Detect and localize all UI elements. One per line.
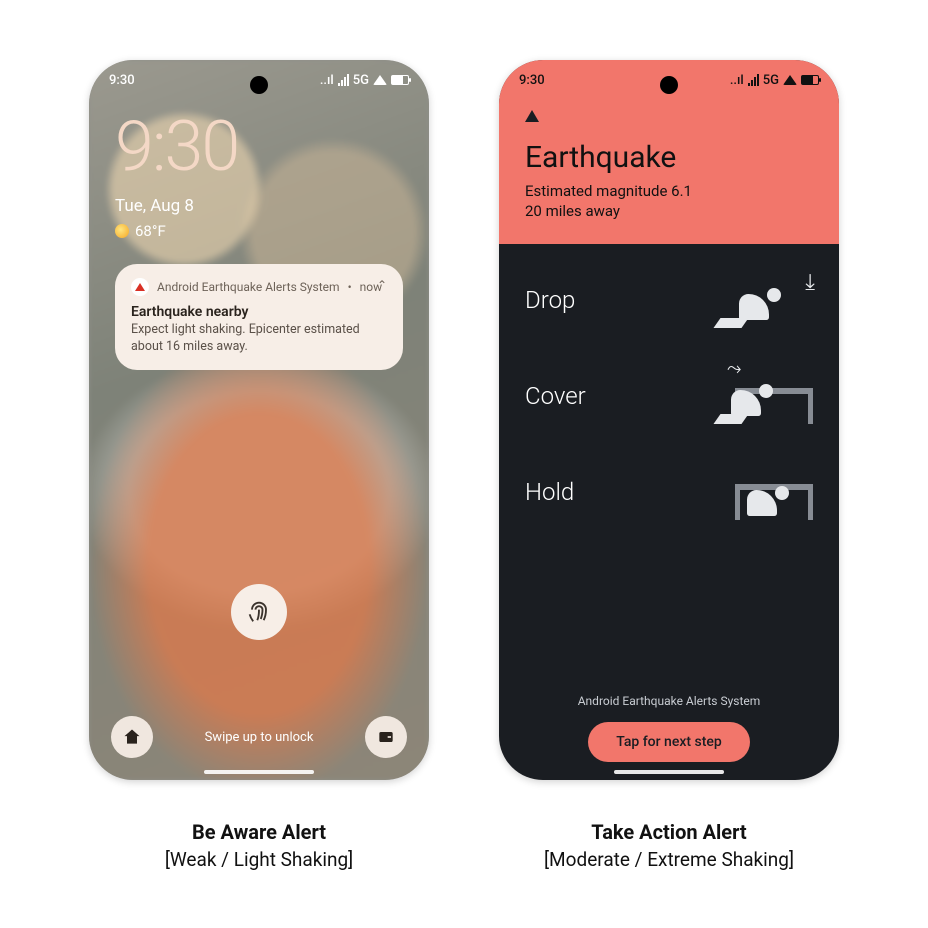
drop-pictogram-icon: ⤓ <box>717 272 813 328</box>
lockscreen-clock: 9:30 <box>115 112 403 182</box>
earthquake-notification[interactable]: Android Earthquake Alerts System • now ⌃… <box>115 264 403 370</box>
fingerprint-icon <box>245 598 273 626</box>
home-icon <box>122 727 142 747</box>
warning-triangle-icon <box>525 110 539 122</box>
unlock-hint: Swipe up to unlock <box>205 730 314 745</box>
step-label: Cover <box>525 382 586 410</box>
step-label: Hold <box>525 478 574 506</box>
caption-subtitle: [Moderate / Extreme Shaking] <box>499 848 839 871</box>
status-time: 9:30 <box>519 73 545 88</box>
system-label: Android Earthquake Alerts System <box>499 694 839 708</box>
network-label: 5G <box>763 73 779 88</box>
signal-icon <box>748 74 759 86</box>
battery-icon <box>801 75 819 85</box>
caption-title: Be Aware Alert <box>89 820 429 844</box>
warning-triangle-icon <box>135 283 145 291</box>
bullet: • <box>348 280 352 294</box>
alert-magnitude: Estimated magnitude 6.1 <box>525 181 813 201</box>
sun-icon <box>115 224 129 238</box>
phone-be-aware: 9:30 ..ıl 5G 9:30 Tue, Aug 8 68°F Androi… <box>89 60 429 780</box>
wallet-shortcut-button[interactable] <box>365 716 407 758</box>
wallet-icon <box>376 727 396 747</box>
caption-title: Take Action Alert <box>499 820 839 844</box>
notification-body: Expect light shaking. Epicenter estimate… <box>131 322 387 356</box>
caption-right: Take Action Alert [Moderate / Extreme Sh… <box>499 820 839 871</box>
wifi-icon <box>783 75 797 85</box>
network-label: 5G <box>353 73 369 88</box>
chevron-up-icon[interactable]: ⌃ <box>377 278 387 292</box>
camera-hole <box>250 76 268 94</box>
status-time: 9:30 <box>109 73 135 88</box>
notification-app-name: Android Earthquake Alerts System <box>157 280 340 294</box>
phone-take-action: 9:30 ..ıl 5G Earthquake Estimated magnit… <box>499 60 839 780</box>
hold-pictogram-icon <box>717 464 813 520</box>
alert-distance: 20 miles away <box>525 201 813 221</box>
signal-dots-icon: ..ıl <box>320 73 334 88</box>
step-label: Drop <box>525 286 575 314</box>
lockscreen-weather: 68°F <box>115 222 403 240</box>
signal-dots-icon: ..ıl <box>730 73 744 88</box>
temperature: 68°F <box>135 222 166 240</box>
wifi-icon <box>373 75 387 85</box>
safety-steps: Drop ⤓ Cover ⤳ Hold <box>499 244 839 520</box>
caption-subtitle: [Weak / Light Shaking] <box>89 848 429 871</box>
nav-handle[interactable] <box>204 770 314 774</box>
lockscreen-date: Tue, Aug 8 <box>115 196 403 216</box>
next-step-button[interactable]: Tap for next step <box>588 722 750 762</box>
cover-pictogram-icon: ⤳ <box>717 368 813 424</box>
caption-left: Be Aware Alert [Weak / Light Shaking] <box>89 820 429 871</box>
home-shortcut-button[interactable] <box>111 716 153 758</box>
step-cover: Cover ⤳ <box>525 368 813 424</box>
battery-icon <box>391 75 409 85</box>
nav-handle[interactable] <box>614 770 724 774</box>
step-hold: Hold <box>525 464 813 520</box>
notification-title: Earthquake nearby <box>131 304 387 320</box>
camera-hole <box>660 76 678 94</box>
step-drop: Drop ⤓ <box>525 272 813 328</box>
fingerprint-button[interactable] <box>231 584 287 640</box>
alert-app-icon <box>131 278 149 296</box>
alert-title: Earthquake <box>525 140 813 175</box>
signal-icon <box>338 74 349 86</box>
